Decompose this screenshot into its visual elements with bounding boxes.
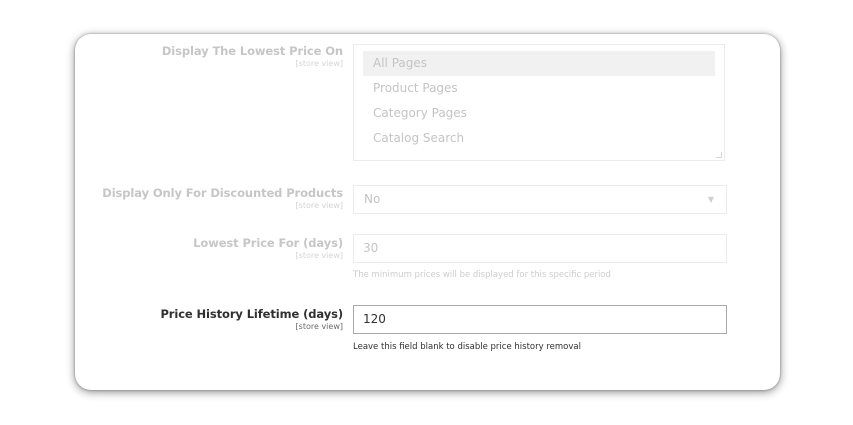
- discounted-only-label-group: Display Only For Discounted Products [st…: [75, 186, 343, 210]
- chevron-down-icon[interactable]: ▼: [696, 186, 726, 213]
- history-lifetime-note: Leave this field blank to disable price …: [353, 342, 581, 352]
- resize-handle-icon[interactable]: [716, 152, 722, 158]
- history-lifetime-input[interactable]: 120: [353, 305, 727, 334]
- history-lifetime-scope: [store view]: [295, 322, 343, 331]
- lowest-price-days-note: The minimum prices will be displayed for…: [353, 270, 611, 280]
- option-product-pages[interactable]: Product Pages: [363, 76, 715, 101]
- discounted-only-scope: [store view]: [295, 201, 343, 210]
- option-all-pages[interactable]: All Pages: [363, 51, 715, 76]
- settings-card: Display The Lowest Price On [store view]…: [75, 34, 780, 390]
- discounted-only-value: No: [364, 192, 381, 206]
- lowest-price-on-multiselect[interactable]: All Pages Product Pages Category Pages C…: [353, 44, 725, 161]
- discounted-only-label: Display Only For Discounted Products: [102, 186, 343, 200]
- lowest-price-on-label-group: Display The Lowest Price On [store view]: [75, 44, 343, 68]
- lowest-price-on-scope: [store view]: [295, 59, 343, 68]
- discounted-only-select[interactable]: No ▼: [353, 185, 727, 214]
- lowest-price-on-label: Display The Lowest Price On: [161, 44, 343, 58]
- lowest-price-days-label-group: Lowest Price For (days) [store view]: [75, 236, 343, 260]
- history-lifetime-label-group: Price History Lifetime (days) [store vie…: [75, 307, 343, 331]
- option-category-pages[interactable]: Category Pages: [363, 101, 715, 126]
- history-lifetime-label: Price History Lifetime (days): [160, 307, 343, 321]
- lowest-price-days-scope: [store view]: [295, 251, 343, 260]
- lowest-price-days-label: Lowest Price For (days): [193, 236, 343, 250]
- option-catalog-search[interactable]: Catalog Search: [363, 126, 715, 151]
- lowest-price-days-input[interactable]: 30: [353, 234, 727, 263]
